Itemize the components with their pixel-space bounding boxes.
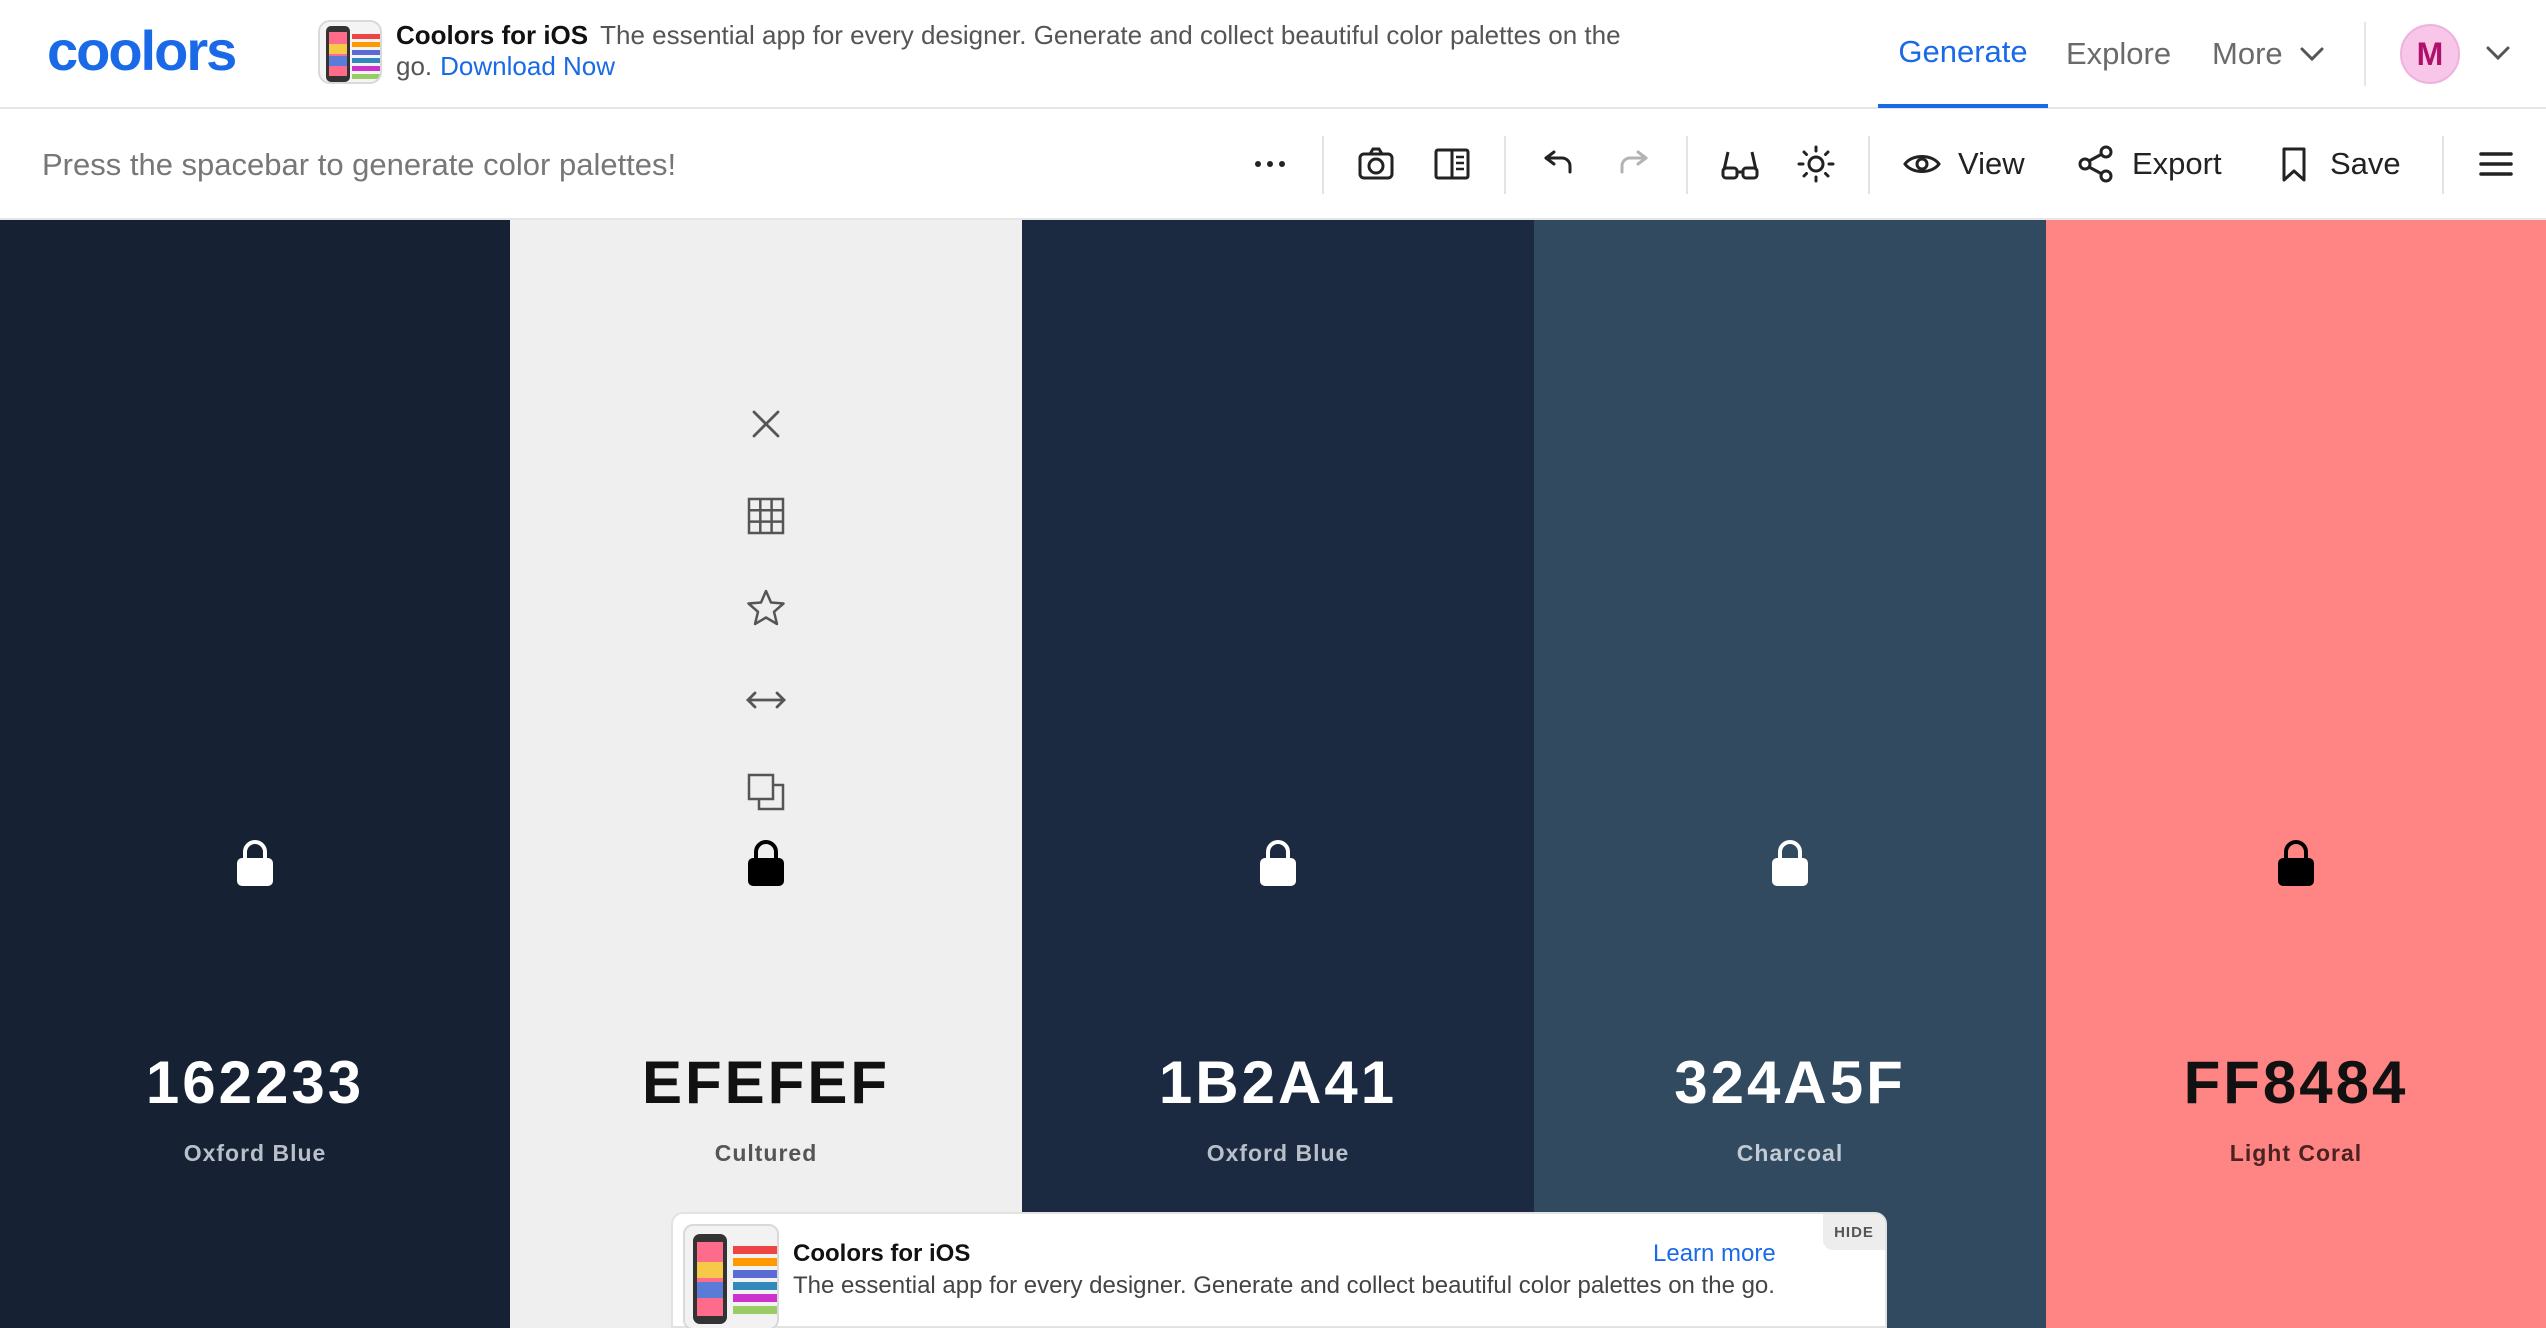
color-swatch[interactable]: EFEFEF Cultured xyxy=(510,220,1022,1328)
lock-icon[interactable] xyxy=(1257,838,1299,888)
view-button[interactable]: View xyxy=(1902,110,2025,218)
glasses-icon xyxy=(1721,151,1759,180)
ios-app-ad: Coolors for iOS The essential app for ev… xyxy=(671,1212,1887,1328)
shades-grid-icon xyxy=(747,497,785,535)
spacebar-hint: Press the spacebar to generate color pal… xyxy=(42,147,677,182)
lock-icon[interactable] xyxy=(234,838,276,888)
favorite-color-button[interactable] xyxy=(744,586,788,630)
drag-arrows-icon xyxy=(746,691,786,709)
ad-title: Coolors for iOS xyxy=(793,1240,971,1267)
chevron-down-icon xyxy=(2300,47,2324,62)
divider xyxy=(2364,22,2366,86)
undo-button[interactable] xyxy=(1538,110,1578,218)
view-label: View xyxy=(1958,146,2025,181)
nav-more[interactable]: More xyxy=(2212,0,2325,108)
color-blindness-button[interactable] xyxy=(1720,110,1760,218)
divider xyxy=(1504,136,1506,194)
hex-code[interactable]: 324A5F xyxy=(1534,1048,2046,1117)
hex-code[interactable]: EFEFEF xyxy=(510,1048,1022,1117)
divider xyxy=(1322,136,1324,194)
remove-color-button[interactable] xyxy=(744,402,788,446)
save-button[interactable]: Save xyxy=(2274,110,2401,218)
redo-icon xyxy=(1620,150,1648,174)
download-now-link[interactable]: Download Now xyxy=(440,51,615,81)
nav-more-label: More xyxy=(2212,36,2283,71)
top-bar: coolors Coolors for iOS The essential app… xyxy=(0,0,2546,109)
palette: 162233 Oxford Blue EFEFEF Cultured 1B2A4… xyxy=(0,220,2546,1328)
color-name[interactable]: Oxford Blue xyxy=(0,1140,510,1167)
divider xyxy=(2442,136,2444,194)
camera-icon xyxy=(1358,147,1394,180)
ad-app-thumbnail[interactable] xyxy=(683,1224,779,1328)
copy-icon xyxy=(747,773,785,811)
sun-icon xyxy=(1797,145,1835,183)
save-label: Save xyxy=(2330,146,2401,181)
avatar[interactable]: M xyxy=(2400,24,2460,84)
lock-icon[interactable] xyxy=(2275,838,2317,888)
nav-explore[interactable]: Explore xyxy=(2066,0,2171,108)
lock-icon[interactable] xyxy=(745,838,787,888)
color-name[interactable]: Oxford Blue xyxy=(1022,1140,1534,1167)
promo-banner: Coolors for iOS The essential app for eve… xyxy=(396,20,1716,82)
main-menu-button[interactable] xyxy=(2476,110,2516,218)
adjust-palette-button[interactable] xyxy=(1796,110,1836,218)
color-swatch[interactable]: 324A5F Charcoal xyxy=(1534,220,2046,1328)
side-panel-button[interactable] xyxy=(1432,110,1472,218)
nav-generate[interactable]: Generate xyxy=(1878,0,2048,108)
ad-description: The essential app for every designer. Ge… xyxy=(793,1272,1775,1299)
divider xyxy=(1868,136,1870,194)
promo-title: Coolors for iOS xyxy=(396,20,589,50)
bookmark-icon xyxy=(2282,147,2306,182)
color-swatch[interactable]: FF8484 Light Coral xyxy=(2046,220,2546,1328)
more-options-button[interactable] xyxy=(1250,110,1290,218)
hide-ad-button[interactable]: HIDE xyxy=(1823,1214,1885,1250)
color-name[interactable]: Charcoal xyxy=(1534,1140,2046,1167)
color-swatch[interactable]: 162233 Oxford Blue xyxy=(0,220,510,1328)
export-label: Export xyxy=(2132,146,2222,181)
toolbar: Press the spacebar to generate color pal… xyxy=(0,110,2546,220)
close-icon xyxy=(752,410,780,438)
side-panel-icon xyxy=(1434,148,1470,180)
share-icon xyxy=(2078,145,2113,183)
eye-icon xyxy=(1903,155,1941,173)
redo-button[interactable] xyxy=(1614,110,1654,218)
learn-more-link[interactable]: Learn more xyxy=(1653,1240,1776,1268)
favorite-star-icon xyxy=(747,589,785,626)
more-options-icon xyxy=(1255,161,1285,167)
coolors-logo[interactable]: coolors xyxy=(47,24,269,80)
export-image-button[interactable] xyxy=(1356,110,1396,218)
color-name[interactable]: Light Coral xyxy=(2046,1140,2546,1167)
copy-hex-button[interactable] xyxy=(744,770,788,814)
export-button[interactable]: Export xyxy=(2076,110,2222,218)
hex-code[interactable]: 1B2A41 xyxy=(1022,1048,1534,1117)
account-chevron-down-icon[interactable] xyxy=(2484,38,2512,68)
drag-color-handle[interactable] xyxy=(744,678,788,722)
promo-app-thumbnail[interactable] xyxy=(318,20,382,84)
divider xyxy=(1686,136,1688,194)
logo-text: coolors xyxy=(47,24,235,80)
hex-code[interactable]: 162233 xyxy=(0,1048,510,1117)
color-name[interactable]: Cultured xyxy=(510,1140,1022,1167)
undo-icon xyxy=(1544,150,1572,174)
hex-code[interactable]: FF8484 xyxy=(2046,1048,2546,1117)
hamburger-menu-icon xyxy=(2479,152,2513,176)
lock-icon[interactable] xyxy=(1769,838,1811,888)
view-shades-button[interactable] xyxy=(744,494,788,538)
color-swatch[interactable]: 1B2A41 Oxford Blue xyxy=(1022,220,1534,1328)
